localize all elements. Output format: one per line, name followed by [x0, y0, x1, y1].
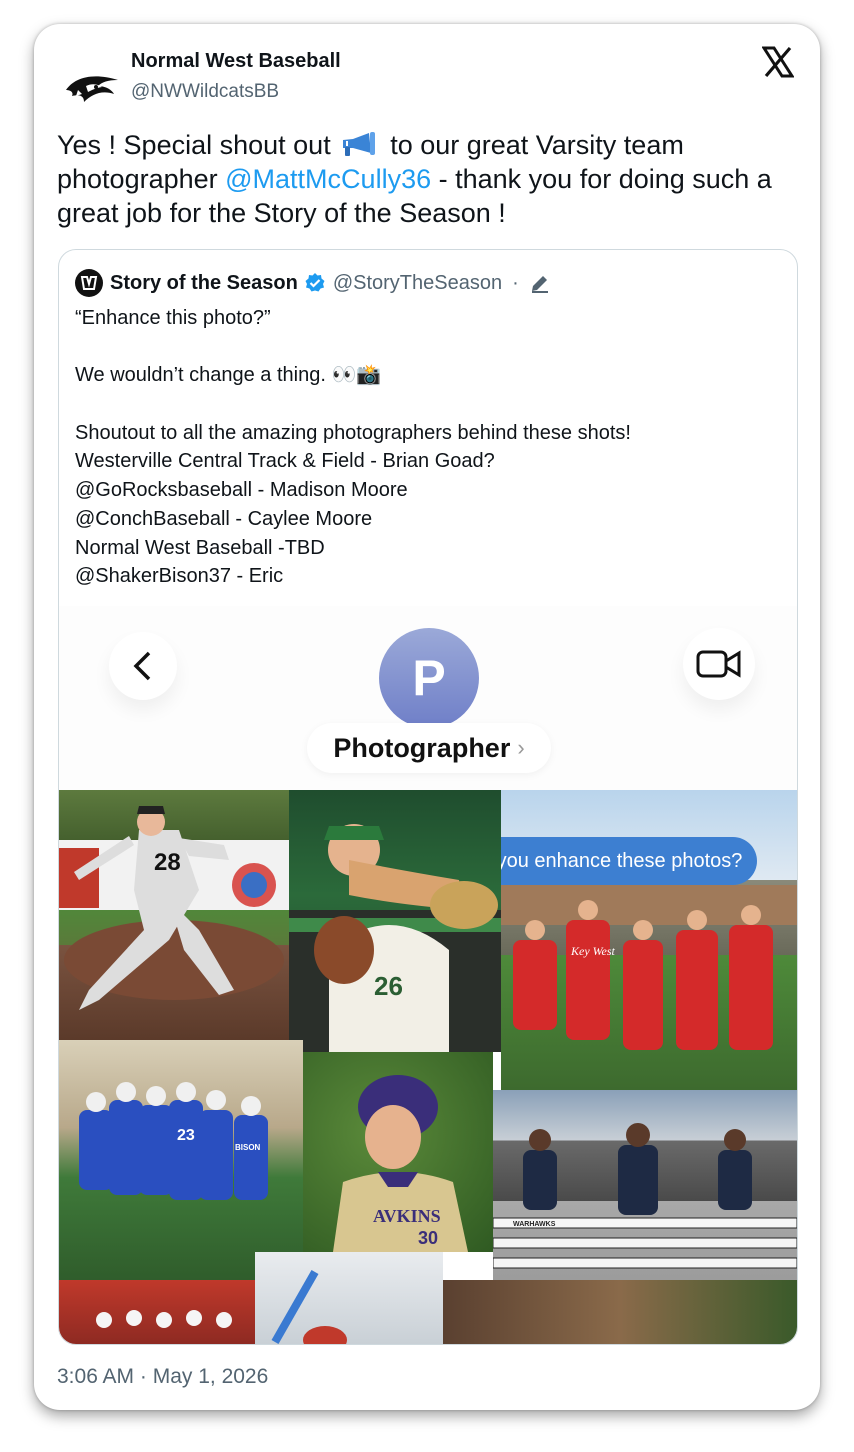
quote-line: [75, 333, 775, 362]
lacrosse-team-text: BISON: [235, 1143, 261, 1152]
megaphone-icon: [339, 131, 379, 157]
wildcat-logo-icon[interactable]: [62, 50, 124, 112]
dugout-jersey-number: 26: [374, 971, 403, 1001]
quote-avatar[interactable]: [75, 269, 103, 297]
lacrosse-jersey-number: 23: [177, 1127, 195, 1144]
quote-line: Normal West Baseball -TBD: [75, 536, 325, 559]
video-camera-icon: [696, 650, 741, 678]
tweet-card: Normal West Baseball @NWWildcatsBB Yes !…: [34, 24, 820, 1410]
verified-badge-icon: [304, 272, 326, 294]
quote-line: @ShakerBison37 - Eric: [75, 565, 284, 588]
photo-bottom-bat: [255, 1252, 443, 1344]
message-bubble: Hey, can you enhance these photos?: [501, 837, 757, 885]
photo-pitcher: 28: [59, 790, 289, 1040]
contact-name-pill[interactable]: Photographer ›: [307, 723, 551, 773]
tweet-text: Yes ! Special shout out to our great Var…: [57, 128, 807, 230]
quote-author-name[interactable]: Story of the Season: [110, 272, 298, 295]
edited-pencil-icon[interactable]: [529, 272, 551, 294]
quote-line: @ConchBaseball - Caylee Moore: [75, 507, 373, 530]
quote-text: “Enhance this photo?” We wouldn’t change…: [75, 304, 775, 591]
contact-name: Photographer: [333, 732, 511, 763]
quote-line: “Enhance this photo?”: [75, 307, 271, 329]
photo-bottom-right: [443, 1280, 797, 1344]
batter-jersey-number: 30: [418, 1228, 438, 1248]
contact-avatar[interactable]: P: [379, 628, 479, 728]
photo-collage: 28 26 Key West ou enhance these photos? …: [59, 790, 797, 1344]
quote-media-image[interactable]: P Photographer › 28 26 Key West ou enhan…: [59, 606, 797, 1344]
batter-team-text: AVKINS: [373, 1206, 441, 1226]
red-team-jersey-text: Key West: [570, 944, 616, 958]
quote-author-handle[interactable]: @StoryTheSeason: [333, 272, 502, 295]
chat-header: P Photographer ›: [59, 606, 797, 790]
photo-batter: AVKINS 30: [303, 1052, 493, 1252]
pitcher-jersey-number: 28: [154, 849, 181, 876]
quote-line: [75, 390, 775, 419]
quote-line: Shoutout to all the amazing photographer…: [75, 421, 631, 444]
quoted-tweet[interactable]: Story of the Season @StoryTheSeason · “E…: [58, 249, 798, 1345]
video-call-button[interactable]: [683, 628, 755, 700]
mention-link[interactable]: @MattMcCully36: [225, 164, 431, 194]
author-handle[interactable]: @NWWildcatsBB: [131, 81, 279, 103]
author-name[interactable]: Normal West Baseball: [131, 50, 341, 73]
back-button[interactable]: [109, 632, 177, 700]
quote-line: Westerville Central Track & Field - Bria…: [75, 450, 495, 473]
x-logo-icon[interactable]: [761, 46, 795, 78]
quote-line: @GoRocksbaseball - Madison Moore: [75, 479, 408, 502]
chevron-left-icon: [133, 651, 151, 681]
tweet-timestamp[interactable]: 3:06 AM · May 1, 2026: [57, 1365, 268, 1389]
photo-dugout: 26: [289, 790, 501, 1052]
tweet-text-start: Yes ! Special shout out: [57, 130, 331, 160]
photo-bottom-left: [59, 1280, 255, 1344]
photo-red-team: Key West Hey, can you enhance these phot…: [501, 790, 797, 1090]
quote-line: We wouldn’t change a thing. 👀📸: [75, 364, 382, 387]
hurdles-banner-text: WARHAWKS: [513, 1221, 556, 1228]
separator-dot: ·: [512, 271, 519, 294]
photo-hurdles: WARHAWKS: [493, 1090, 797, 1292]
quote-header: Story of the Season @StoryTheSeason ·: [75, 268, 551, 298]
chevron-right-icon: ›: [517, 735, 525, 760]
